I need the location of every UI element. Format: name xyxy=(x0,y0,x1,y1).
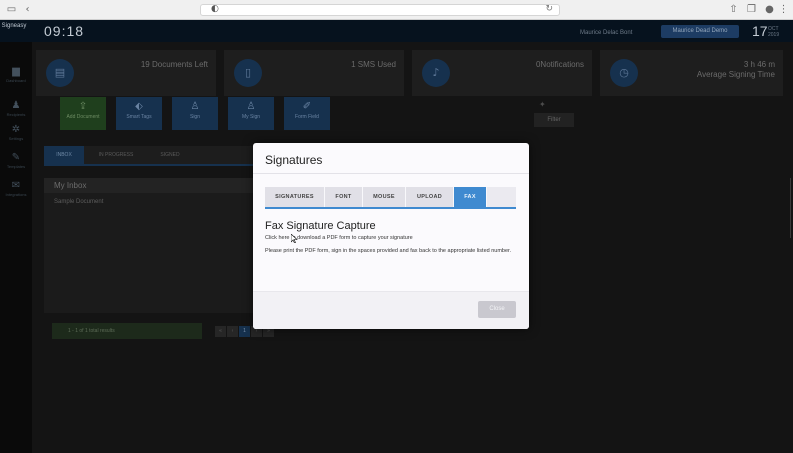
clock-icon: ◷ xyxy=(610,59,638,87)
tab-mouse[interactable]: MOUSE xyxy=(363,187,406,207)
prev-page-button[interactable]: ‹ xyxy=(227,326,238,337)
sidebar-item-recipients[interactable]: ♟ Recipients xyxy=(0,100,32,126)
tab-font[interactable]: FONT xyxy=(325,187,363,207)
tabs-icon[interactable]: ❐ xyxy=(746,4,757,15)
browser-toolbar: ▭ ‹ ◐ ↻ ⇧ ❐ ● ⋮ xyxy=(0,0,793,20)
back-icon[interactable]: ‹ xyxy=(22,4,33,15)
bell-icon: ♪ xyxy=(422,59,450,87)
my-sign-button[interactable]: ♙ My Sign xyxy=(228,97,274,130)
app-header: Signeasy 09:18 Maurice Delac Bont Mauric… xyxy=(0,20,793,42)
phone-icon: ▯ xyxy=(234,59,262,87)
close-button[interactable]: Close xyxy=(478,301,516,318)
modal-footer: Close xyxy=(253,292,529,329)
filter-button[interactable]: Filter xyxy=(534,113,574,127)
list-item[interactable]: Sample Document xyxy=(54,199,103,205)
sidebar-item-settings[interactable]: ✲ Settings xyxy=(0,124,32,150)
stat-sms-used: ▯ 1 SMS Used xyxy=(224,50,404,96)
extension-icon[interactable]: ● xyxy=(764,4,775,15)
edit-icon: ✐ xyxy=(302,101,312,112)
tabs-underline xyxy=(265,207,516,209)
user-name: Maurice Delac Bont xyxy=(580,30,633,36)
stat-notifications: ♪ 0Notifications xyxy=(412,50,592,96)
company-selector[interactable]: Maurice Dead Demo xyxy=(661,25,739,38)
tag-icon: ⬖ xyxy=(135,101,143,112)
pen-icon: ✎ xyxy=(11,152,21,163)
modal-title: Signatures xyxy=(265,153,323,167)
add-document-button[interactable]: ⇪ Add Document xyxy=(60,97,106,130)
star-icon: ✦ xyxy=(539,100,546,109)
tab-fax[interactable]: FAX xyxy=(454,187,487,207)
share-icon[interactable]: ⇧ xyxy=(728,4,739,15)
sidebar-item-integrations[interactable]: ✉ Integrations xyxy=(0,180,32,206)
tab-signatures[interactable]: SIGNATURES xyxy=(265,187,325,207)
person-icon: ♙ xyxy=(190,101,200,112)
clock: 09:18 xyxy=(44,23,85,39)
lock-icon: ◐ xyxy=(211,4,219,14)
signature-tabs: SIGNATURES FONT MOUSE UPLOAD FAX xyxy=(265,187,516,207)
fax-instructions-download: Click here to download a PDF form to cap… xyxy=(265,235,413,241)
tab-in-progress[interactable]: IN PROGRESS xyxy=(88,146,144,164)
menu-icon[interactable]: ⋮ xyxy=(778,4,789,15)
upload-icon: ⇪ xyxy=(78,101,88,112)
stat-signing-time: ◷ 3 h 46 m Average Signing Time xyxy=(600,50,783,96)
mail-icon: ✉ xyxy=(11,180,21,191)
sidebar-item-templates[interactable]: ✎ Templates xyxy=(0,152,32,178)
date-day: 17 xyxy=(752,23,768,39)
sidebar-toggle-icon[interactable]: ▭ xyxy=(6,4,17,15)
mouse-cursor-icon xyxy=(291,234,298,243)
tab-inbox[interactable]: INBOX xyxy=(44,146,84,164)
tab-upload[interactable]: UPLOAD xyxy=(406,187,454,207)
fax-instructions-print: Please print the PDF form, sign in the s… xyxy=(265,248,512,254)
download-link[interactable]: here xyxy=(278,235,289,241)
divider xyxy=(253,173,529,174)
tab-signed[interactable]: SIGNED xyxy=(148,146,192,164)
gear-icon: ✲ xyxy=(11,124,21,135)
sidebar-item-dashboard[interactable]: ▆ Dashboard xyxy=(0,66,32,92)
date-month-year: OCT 2019 xyxy=(768,26,780,38)
smart-tags-button[interactable]: ⬖ Smart Tags xyxy=(116,97,162,130)
address-bar[interactable]: ◐ ↻ xyxy=(200,4,560,16)
document-icon: ▤ xyxy=(46,59,74,87)
reload-icon[interactable]: ↻ xyxy=(545,4,553,14)
app-logo: Signeasy xyxy=(1,23,27,29)
user-icon: ♟ xyxy=(11,100,21,111)
sidebar: ▆ Dashboard ♟ Recipients ✲ Settings ✎ Te… xyxy=(0,42,32,453)
scrollbar[interactable] xyxy=(790,178,791,238)
fax-heading: Fax Signature Capture xyxy=(265,220,376,232)
sign-button[interactable]: ♙ Sign xyxy=(172,97,218,130)
results-count: 1 - 1 of 1 total results xyxy=(52,323,202,339)
first-page-button[interactable]: « xyxy=(215,326,226,337)
folder-icon: ▆ xyxy=(12,66,20,77)
page-1-button[interactable]: 1 xyxy=(239,326,250,337)
stat-documents-left: ▤ 19 Documents Left xyxy=(36,50,216,96)
form-field-button[interactable]: ✐ Form Field xyxy=(284,97,330,130)
person-icon: ♙ xyxy=(246,101,256,112)
